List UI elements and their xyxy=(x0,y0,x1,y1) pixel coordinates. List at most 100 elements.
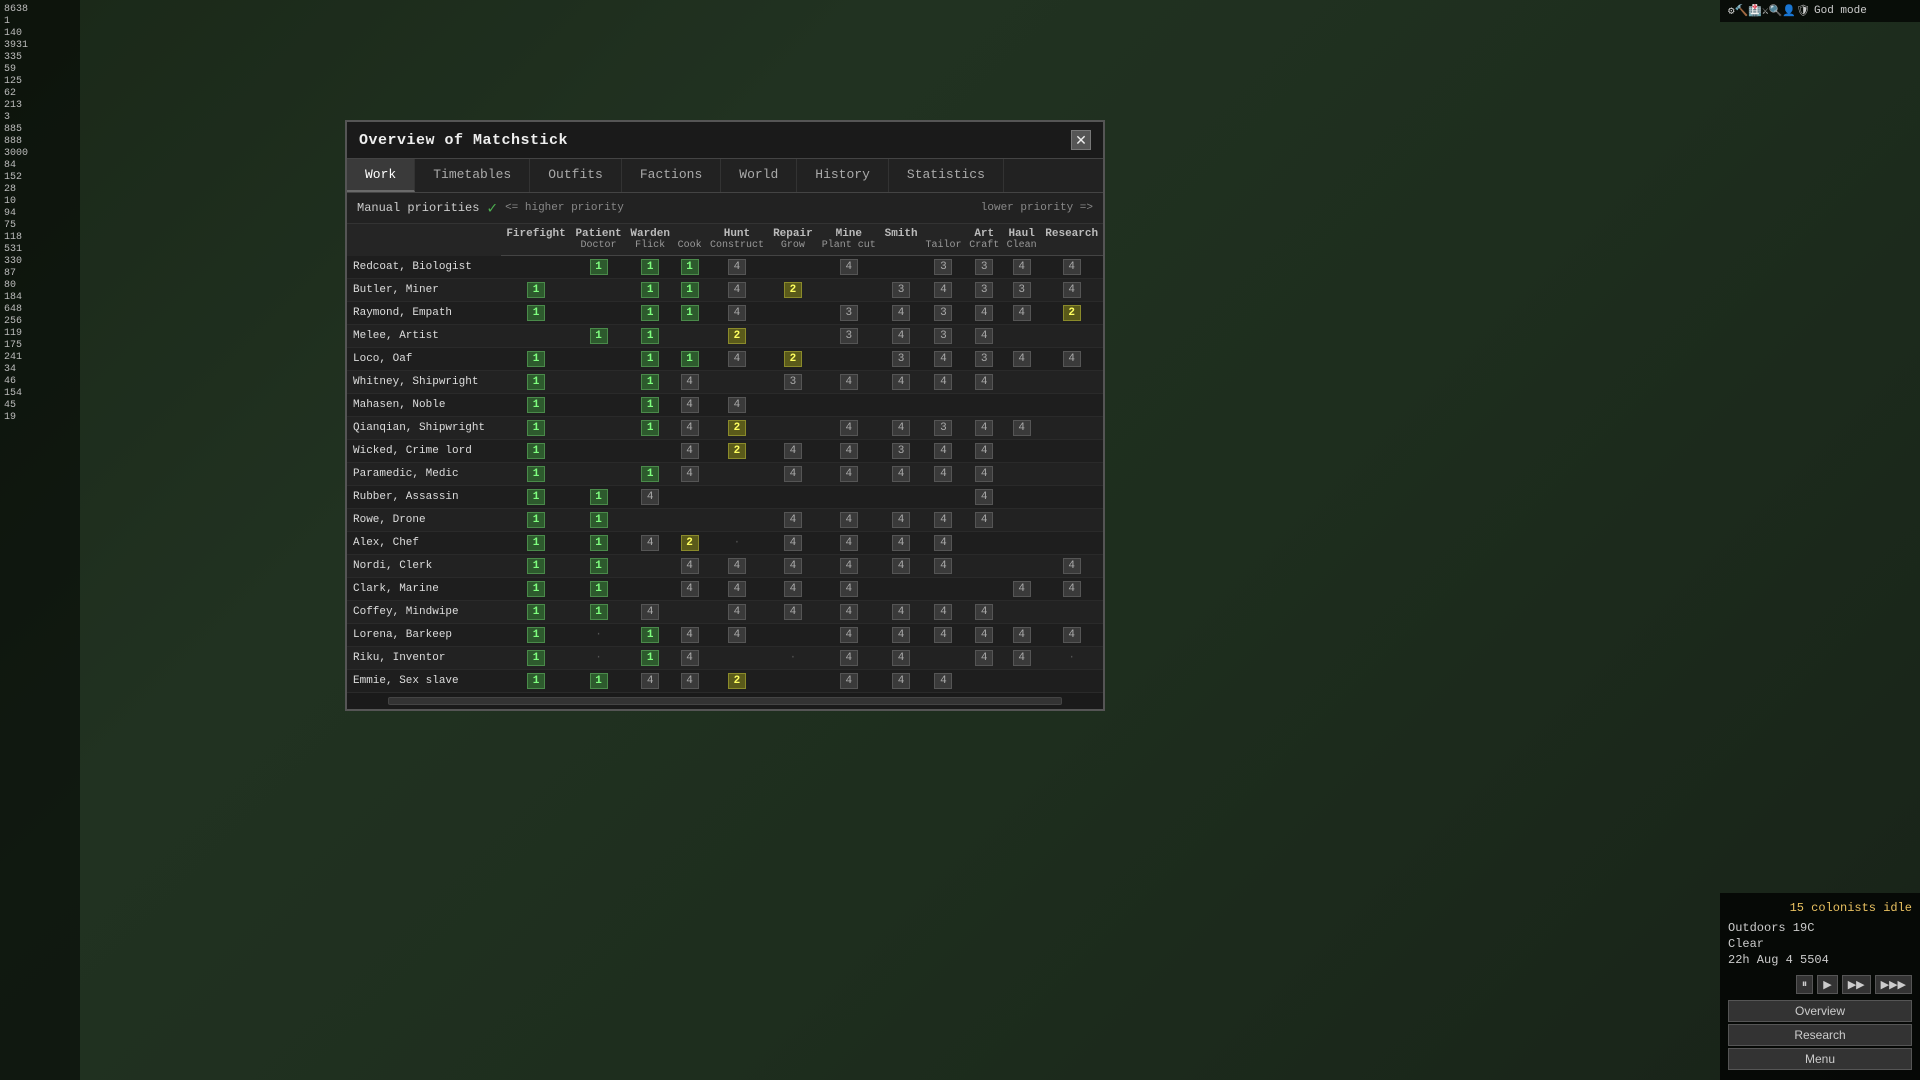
work-cell[interactable]: 4 xyxy=(674,463,705,486)
work-cell[interactable] xyxy=(1040,532,1103,555)
work-cell[interactable]: 4 xyxy=(881,532,922,555)
work-cell[interactable]: 4 xyxy=(817,417,881,440)
work-cell[interactable] xyxy=(1040,394,1103,417)
work-cell[interactable]: 4 xyxy=(1040,624,1103,647)
work-cell[interactable] xyxy=(769,256,817,279)
work-cell[interactable] xyxy=(769,302,817,325)
work-cell[interactable]: 3 xyxy=(921,325,965,348)
work-cell[interactable]: 4 xyxy=(1040,578,1103,601)
work-cell[interactable] xyxy=(1003,555,1040,578)
colonist-name[interactable]: Redcoat, Biologist xyxy=(347,256,501,279)
work-cell[interactable]: 4 xyxy=(921,601,965,624)
work-cell[interactable]: 4 xyxy=(817,670,881,693)
work-cell[interactable]: 4 xyxy=(881,325,922,348)
work-cell[interactable]: 4 xyxy=(705,394,769,417)
work-cell[interactable] xyxy=(966,670,1003,693)
work-cell[interactable] xyxy=(1040,509,1103,532)
work-cell[interactable]: 1 xyxy=(501,417,571,440)
work-cell[interactable]: 1 xyxy=(626,417,674,440)
work-cell[interactable] xyxy=(501,256,571,279)
work-cell[interactable]: 4 xyxy=(1040,256,1103,279)
work-cell[interactable]: 4 xyxy=(769,440,817,463)
work-cell[interactable]: 4 xyxy=(705,302,769,325)
work-cell[interactable]: 1 xyxy=(571,486,626,509)
work-cell[interactable]: 4 xyxy=(966,302,1003,325)
work-cell[interactable]: 4 xyxy=(626,670,674,693)
work-cell[interactable]: 1 xyxy=(626,394,674,417)
work-cell[interactable] xyxy=(881,256,922,279)
work-cell[interactable]: 4 xyxy=(966,463,1003,486)
work-cell[interactable]: 4 xyxy=(817,647,881,670)
work-cell[interactable]: 4 xyxy=(674,371,705,394)
work-cell[interactable]: 4 xyxy=(705,555,769,578)
tab-work[interactable]: Work xyxy=(347,159,415,192)
work-cell[interactable]: 1 xyxy=(501,463,571,486)
work-cell[interactable]: 1 xyxy=(501,371,571,394)
work-cell[interactable]: 4 xyxy=(921,463,965,486)
work-cell[interactable]: 1 xyxy=(571,555,626,578)
work-cell[interactable]: 4 xyxy=(921,279,965,302)
colonist-name[interactable]: Coffey, Mindwipe xyxy=(347,601,501,624)
overview-button[interactable]: Overview xyxy=(1728,1000,1912,1022)
work-cell[interactable]: 4 xyxy=(1040,555,1103,578)
play-button[interactable]: ▶ xyxy=(1817,975,1837,994)
priority-checkmark[interactable]: ✓ xyxy=(487,198,497,218)
work-cell[interactable]: 4 xyxy=(881,371,922,394)
work-cell[interactable]: 1 xyxy=(571,509,626,532)
tab-history[interactable]: History xyxy=(797,159,889,192)
work-cell[interactable]: 2 xyxy=(769,348,817,371)
work-cell[interactable] xyxy=(769,394,817,417)
work-cell[interactable] xyxy=(1003,371,1040,394)
work-cell[interactable]: 4 xyxy=(921,555,965,578)
work-cell[interactable]: · xyxy=(705,532,769,555)
tab-world[interactable]: World xyxy=(721,159,797,192)
work-cell[interactable]: 4 xyxy=(881,647,922,670)
work-cell[interactable] xyxy=(1003,532,1040,555)
work-cell[interactable]: 1 xyxy=(626,325,674,348)
work-cell[interactable]: 1 xyxy=(501,624,571,647)
work-cell[interactable]: 1 xyxy=(501,348,571,371)
work-cell[interactable]: 4 xyxy=(1003,302,1040,325)
work-cell[interactable]: 1 xyxy=(501,647,571,670)
work-cell[interactable]: 3 xyxy=(881,440,922,463)
work-cell[interactable] xyxy=(705,509,769,532)
work-cell[interactable] xyxy=(881,578,922,601)
work-cell[interactable] xyxy=(769,417,817,440)
work-cell[interactable] xyxy=(626,555,674,578)
work-cell[interactable] xyxy=(674,601,705,624)
colonist-name[interactable]: Wicked, Crime lord xyxy=(347,440,501,463)
work-cell[interactable] xyxy=(626,578,674,601)
work-cell[interactable]: 4 xyxy=(817,601,881,624)
work-cell[interactable] xyxy=(571,302,626,325)
work-cell[interactable] xyxy=(705,463,769,486)
work-cell[interactable]: 1 xyxy=(626,463,674,486)
work-cell[interactable]: 2 xyxy=(705,670,769,693)
work-cell[interactable]: 3 xyxy=(769,371,817,394)
colonist-name[interactable]: Qianqian, Shipwright xyxy=(347,417,501,440)
work-cell[interactable]: 1 xyxy=(571,670,626,693)
work-cell[interactable]: 2 xyxy=(674,532,705,555)
work-cell[interactable]: 4 xyxy=(817,256,881,279)
work-cell[interactable] xyxy=(1040,601,1103,624)
work-cell[interactable]: 4 xyxy=(674,394,705,417)
work-cell[interactable]: 1 xyxy=(626,302,674,325)
tab-statistics[interactable]: Statistics xyxy=(889,159,1004,192)
work-cell[interactable] xyxy=(1040,463,1103,486)
work-cell[interactable]: 4 xyxy=(966,509,1003,532)
work-cell[interactable]: 4 xyxy=(817,578,881,601)
work-cell[interactable]: · xyxy=(571,624,626,647)
work-cell[interactable]: 1 xyxy=(674,256,705,279)
colonist-name[interactable]: Alex, Chef xyxy=(347,532,501,555)
work-cell[interactable]: 4 xyxy=(921,371,965,394)
work-cell[interactable] xyxy=(1040,325,1103,348)
work-cell[interactable] xyxy=(1040,417,1103,440)
work-cell[interactable] xyxy=(705,486,769,509)
work-cell[interactable]: 3 xyxy=(817,302,881,325)
colonist-name[interactable]: Lorena, Barkeep xyxy=(347,624,501,647)
work-cell[interactable]: 1 xyxy=(501,601,571,624)
work-cell[interactable]: 4 xyxy=(674,440,705,463)
work-cell[interactable]: 4 xyxy=(1003,417,1040,440)
work-cell[interactable]: 4 xyxy=(769,532,817,555)
work-cell[interactable]: 1 xyxy=(571,578,626,601)
colonist-name[interactable]: Rubber, Assassin xyxy=(347,486,501,509)
